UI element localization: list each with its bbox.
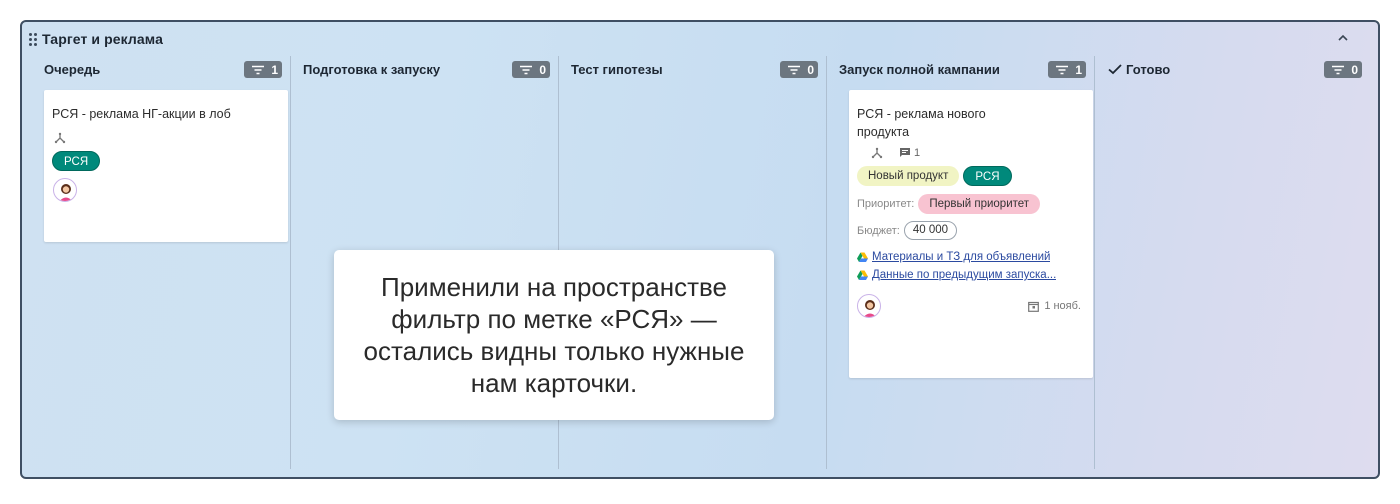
google-drive-icon: [857, 252, 868, 262]
drag-handle-icon[interactable]: [28, 32, 38, 46]
chevron-up-icon[interactable]: [1336, 31, 1350, 45]
column-header: Тест гипотезы 0: [571, 58, 818, 80]
attachment-link[interactable]: Материалы и ТЗ для объявлений: [857, 248, 1085, 266]
filter-count: 1: [271, 62, 278, 77]
budget-label: Бюджет:: [857, 224, 900, 237]
task-card[interactable]: РСЯ - реклама нового продукта 1 Новый пр…: [849, 90, 1093, 378]
filter-lines-icon: [520, 65, 532, 75]
column-full-launch: Запуск полной кампании 1 РСЯ - реклама н…: [826, 56, 1094, 469]
filter-count: 0: [807, 62, 814, 77]
callout-text: Применили на пространстве фильтр по метк…: [363, 272, 745, 398]
filter-lines-icon: [788, 65, 800, 75]
column-title: Подготовка к запуску: [303, 61, 441, 77]
comment-count: 1: [914, 147, 921, 159]
tag-new-product[interactable]: Новый продукт: [857, 166, 960, 186]
filter-count-badge[interactable]: 0: [1324, 61, 1362, 78]
board-title[interactable]: Таргет и реклама: [42, 31, 163, 47]
google-drive-icon: [857, 270, 868, 280]
column-header: Готово 0: [1107, 58, 1362, 80]
filter-count: 0: [1351, 62, 1358, 77]
tag-rsya[interactable]: РСЯ: [963, 166, 1012, 186]
priority-field: Приоритет: Первый приоритет: [857, 194, 1085, 214]
column-title: Тест гипотезы: [571, 61, 663, 77]
column-header: Запуск полной кампании 1: [839, 58, 1086, 80]
filter-lines-icon: [1056, 65, 1068, 75]
annotation-callout: Применили на пространстве фильтр по метк…: [334, 250, 774, 420]
due-date[interactable]: 1 нояб.: [1028, 300, 1081, 312]
task-card[interactable]: РСЯ - реклама НГ-акции в лоб РСЯ: [44, 90, 288, 242]
card-title: РСЯ - реклама нового продукта: [857, 107, 986, 139]
avatar[interactable]: [857, 294, 881, 318]
column-header: Подготовка к запуску 0: [303, 58, 550, 80]
filter-lines-icon: [1332, 65, 1344, 75]
subtasks-icon: [54, 132, 66, 144]
filter-count: 0: [539, 62, 546, 77]
filter-count: 1: [1075, 62, 1082, 77]
column-title: Очередь: [44, 61, 101, 77]
filter-count-badge[interactable]: 1: [244, 61, 282, 78]
attachment-link[interactable]: Данные по предыдущим запуска...: [857, 266, 1085, 284]
column-title: Готово: [1107, 62, 1170, 77]
attachment-link-text: Материалы и ТЗ для объявлений: [872, 251, 1051, 263]
filter-count-badge[interactable]: 0: [780, 61, 818, 78]
priority-label: Приоритет:: [857, 198, 915, 210]
column-header: Очередь 1: [44, 58, 282, 80]
attachment-link-text: Данные по предыдущим запуска...: [872, 269, 1057, 281]
column-queue: Очередь 1 РСЯ - реклама НГ-акции в лоб Р…: [22, 56, 290, 469]
filter-count-badge[interactable]: 0: [512, 61, 550, 78]
card-title: РСЯ - реклама НГ-акции в лоб: [52, 107, 231, 121]
avatar[interactable]: [53, 178, 77, 202]
filter-count-badge[interactable]: 1: [1048, 61, 1086, 78]
budget-field: Бюджет: 40 000: [857, 221, 1085, 240]
tag-rsya[interactable]: РСЯ: [52, 151, 101, 171]
board-header: Таргет и реклама: [28, 28, 1368, 50]
checkmark-icon: [1108, 64, 1122, 75]
priority-value[interactable]: Первый приоритет: [918, 194, 1041, 214]
calendar-icon: [1028, 301, 1040, 312]
budget-value[interactable]: 40 000: [903, 221, 958, 240]
filter-lines-icon: [252, 65, 264, 75]
column-title: Запуск полной кампании: [839, 61, 1000, 77]
comment-icon: [900, 148, 910, 157]
subtasks-icon: [871, 147, 883, 159]
due-date-text: 1 нояб.: [1044, 300, 1081, 312]
column-done: Готово 0: [1094, 56, 1378, 469]
